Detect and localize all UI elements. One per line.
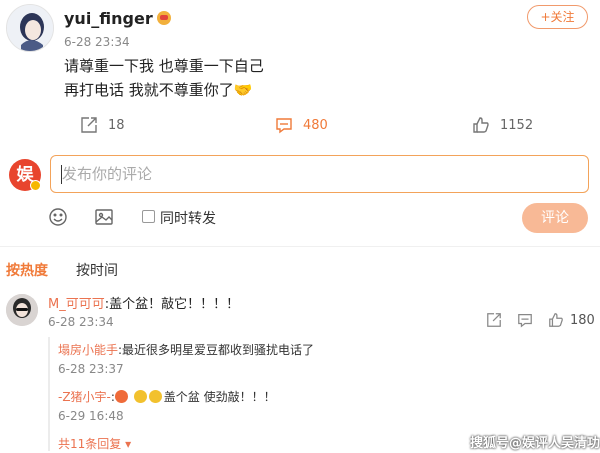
reply-item: 塌房小能手:最近很多明星爱豆都收到骚扰电话了 xyxy=(58,341,314,358)
comment-count: 480 xyxy=(303,117,328,133)
comment-input[interactable]: 发布你的评论 xyxy=(50,155,589,193)
thumbs-up-icon xyxy=(549,313,563,327)
smiley-icon xyxy=(49,208,67,226)
laughing-emoji-icon xyxy=(133,390,147,403)
laughing-emoji-icon xyxy=(148,390,162,403)
post-username[interactable]: yui_finger xyxy=(64,9,171,28)
like-count: 1152 xyxy=(500,117,534,133)
repost-checkbox[interactable] xyxy=(142,210,155,223)
comment-icon xyxy=(276,118,292,134)
repost-button[interactable]: 18 xyxy=(80,116,125,134)
comment-body: M_可可可:盖个盆！敲它！！！！ xyxy=(48,293,239,312)
reply-thread-bar xyxy=(48,337,50,451)
comment-text: :盖个盆！敲它！！！！ xyxy=(104,297,240,312)
post-author-avatar[interactable] xyxy=(6,4,54,52)
post-text-line-2: 再打电话 我就不尊重你了🤝 xyxy=(64,81,253,99)
like-button[interactable]: 1152 xyxy=(472,116,533,134)
verified-badge-icon xyxy=(30,180,41,191)
image-upload-button[interactable] xyxy=(94,207,114,231)
comment-timestamp: 6-28 23:34 xyxy=(48,315,114,329)
reply-item: -Z猪小宇-: 盖个盆 使劲敲！！！ xyxy=(58,388,276,405)
submit-comment-button[interactable]: 评论 xyxy=(522,203,588,233)
tab-sort-by-hot[interactable]: 按热度 xyxy=(6,260,48,280)
comment-icon xyxy=(518,314,532,328)
more-replies-label[interactable]: 共11条回复 xyxy=(58,437,121,451)
emoji-sticker-icon xyxy=(114,390,128,403)
section-divider xyxy=(0,246,600,247)
comment-like-count: 180 xyxy=(570,312,595,328)
reply-timestamp: 6-29 16:48 xyxy=(58,409,124,423)
comment-like-button[interactable]: 180 xyxy=(548,312,595,328)
commenter-username[interactable]: M_可可可 xyxy=(48,297,105,312)
chevron-down-icon: ▾ xyxy=(121,437,132,451)
reply-username[interactable]: 塌房小能手 xyxy=(58,343,118,357)
image-icon xyxy=(95,209,113,225)
repost-icon xyxy=(81,117,97,133)
comment-reply-button[interactable] xyxy=(517,312,533,332)
repost-icon xyxy=(487,313,501,327)
reply-timestamp: 6-28 23:37 xyxy=(58,362,124,376)
vip-crown-icon xyxy=(156,11,171,25)
reply-text: 盖个盆 使劲敲！！！ xyxy=(163,390,276,404)
follow-button[interactable]: +关注 xyxy=(527,5,588,29)
reply-text: :最近很多明星爱豆都收到骚扰电话了 xyxy=(118,343,315,357)
emoji-button[interactable] xyxy=(48,207,68,231)
comment-repost-button[interactable] xyxy=(486,312,502,332)
post-username-text[interactable]: yui_finger xyxy=(64,9,153,28)
post-text-line-1: 请尊重一下我 也尊重一下自己 xyxy=(64,57,264,75)
text-caret xyxy=(61,165,62,184)
thumbs-up-icon xyxy=(473,117,489,133)
comment-button[interactable]: 480 xyxy=(275,116,328,134)
source-watermark: 搜狐号@娱评人吴清功 xyxy=(470,436,600,451)
reply-username[interactable]: -Z猪小宇- xyxy=(58,390,111,404)
more-replies-link[interactable]: 共11条回复 ▾ xyxy=(58,435,131,452)
post-timestamp[interactable]: 6-28 23:34 xyxy=(64,35,130,49)
tab-sort-by-time[interactable]: 按时间 xyxy=(76,260,118,280)
commenter-avatar[interactable] xyxy=(6,294,38,326)
repost-checkbox-label[interactable]: 同时转发 xyxy=(160,208,216,228)
repost-count: 18 xyxy=(108,117,125,133)
